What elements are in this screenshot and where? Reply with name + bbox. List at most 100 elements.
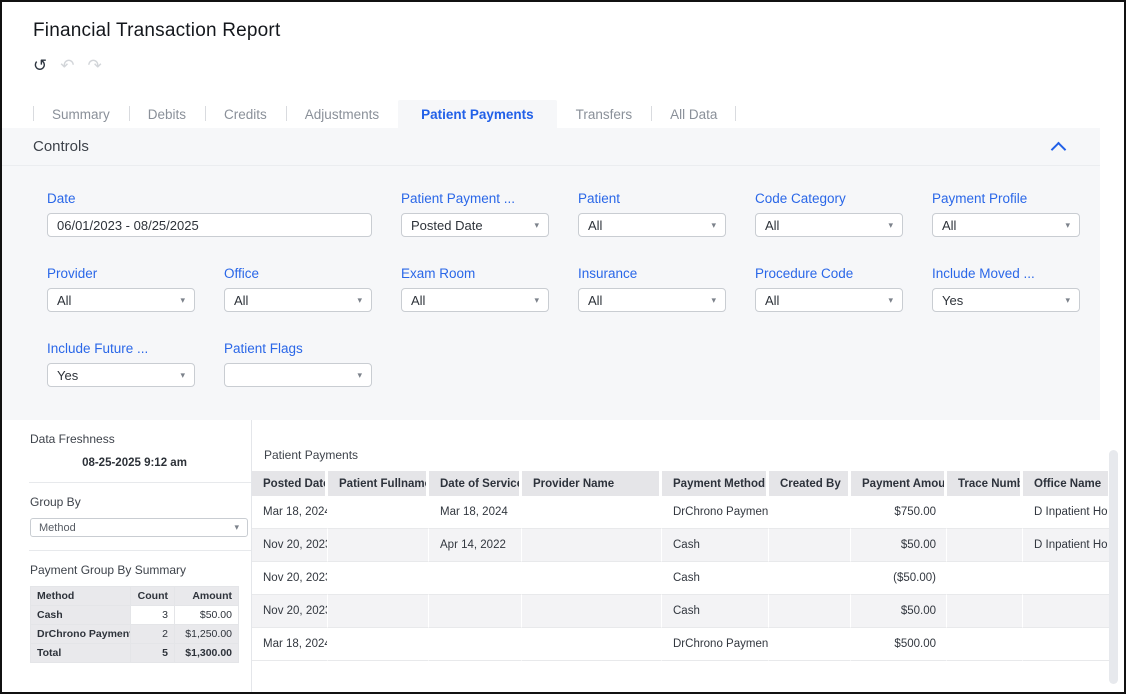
- redo-icon[interactable]: ↷: [88, 58, 102, 75]
- tab-all-data[interactable]: All Data: [651, 100, 736, 128]
- data-freshness-value: 08-25-2025 9:12 am: [30, 457, 239, 469]
- cell-date-of-service: [429, 628, 522, 661]
- table-row: Mar 18, 2024 DrChrono Payments $500.00: [252, 628, 1111, 661]
- dropdown-arrow-icon: ▾: [1065, 296, 1070, 305]
- summary-col-count: Count: [131, 587, 175, 606]
- cell-office-name: [1023, 594, 1111, 628]
- table-row: Nov 20, 2023 Cash $50.00: [252, 594, 1111, 628]
- cell-provider-name: [522, 628, 662, 661]
- cell-trace-number: [947, 528, 1023, 562]
- tab-label: Debits: [148, 107, 186, 122]
- include-future-select[interactable]: Yes ▾: [47, 363, 195, 387]
- filter-provider: Provider All ▾: [47, 266, 195, 312]
- col-posted-date: Posted Date: [252, 471, 328, 496]
- summary-amount: $1,300.00: [175, 644, 239, 663]
- cell-created-by: [769, 594, 851, 628]
- cell-posted-date: Nov 20, 2023: [252, 594, 328, 628]
- cell-trace-number: [947, 562, 1023, 594]
- summary-sidebar: Data Freshness 08-25-2025 9:12 am Group …: [2, 420, 252, 692]
- dropdown-arrow-icon: ▾: [234, 523, 239, 532]
- cell-posted-date: Mar 18, 2024: [252, 628, 328, 661]
- select-value: Method: [39, 522, 76, 534]
- cell-posted-date: Nov 20, 2023: [252, 528, 328, 562]
- tab-label: Adjustments: [305, 107, 379, 122]
- filter-label: Insurance: [578, 266, 726, 281]
- code-category-select[interactable]: All ▾: [755, 213, 903, 237]
- select-value: All: [942, 218, 956, 233]
- filter-label: Payment Profile: [932, 191, 1080, 206]
- col-trace-number: Trace Number: [947, 471, 1023, 496]
- toolbar: ↺ ↶ ↷: [33, 58, 102, 75]
- cell-provider-name: [522, 562, 662, 594]
- dropdown-arrow-icon: ▾: [357, 296, 362, 305]
- summary-header-row: Method Count Amount: [31, 587, 239, 606]
- group-by-select[interactable]: Method ▾: [30, 518, 248, 537]
- date-range-input[interactable]: [47, 213, 372, 237]
- page-header: Financial Transaction Report: [33, 20, 280, 42]
- filter-procedure-code: Procedure Code All ▾: [755, 266, 903, 312]
- filter-label: Date: [47, 191, 372, 206]
- summary-row-cash: Cash 3 $50.00: [31, 606, 239, 625]
- tab-adjustments[interactable]: Adjustments: [286, 100, 398, 128]
- table-row: Nov 20, 2023 Apr 14, 2022 Cash $50.00 D …: [252, 528, 1111, 562]
- col-created-by: Created By: [769, 471, 851, 496]
- cell-trace-number: [947, 628, 1023, 661]
- filter-label: Code Category: [755, 191, 903, 206]
- tab-bar: Summary Debits Credits Adjustments Patie…: [33, 100, 1124, 128]
- tab-transfers[interactable]: Transfers: [557, 100, 652, 128]
- dropdown-arrow-icon: ▾: [1065, 221, 1070, 230]
- insurance-select[interactable]: All ▾: [578, 288, 726, 312]
- patient-select[interactable]: All ▾: [578, 213, 726, 237]
- dropdown-arrow-icon: ▾: [888, 221, 893, 230]
- filter-label: Patient: [578, 191, 726, 206]
- procedure-code-select[interactable]: All ▾: [755, 288, 903, 312]
- cell-patient-fullname: [328, 628, 429, 661]
- patient-payment-criteria-select[interactable]: Posted Date ▾: [401, 213, 549, 237]
- include-moved-select[interactable]: Yes ▾: [932, 288, 1080, 312]
- select-value: All: [765, 293, 779, 308]
- group-by-label: Group By: [30, 495, 239, 509]
- filter-patient-flags: Patient Flags ▾: [224, 341, 372, 387]
- cell-created-by: [769, 496, 851, 528]
- select-value: Posted Date: [411, 218, 483, 233]
- cell-provider-name: [522, 594, 662, 628]
- summary-row-total: Total 5 $1,300.00: [31, 644, 239, 663]
- tab-summary[interactable]: Summary: [33, 100, 129, 128]
- reset-icon[interactable]: ↺: [33, 58, 47, 75]
- cell-trace-number: [947, 496, 1023, 528]
- patient-payments-table: Posted Date Patient Fullname Date of Ser…: [252, 471, 1111, 661]
- select-value: All: [588, 293, 602, 308]
- filter-include-moved: Include Moved ... Yes ▾: [932, 266, 1080, 312]
- summary-count: 2: [131, 625, 175, 644]
- dropdown-arrow-icon: ▾: [534, 296, 539, 305]
- vertical-scrollbar[interactable]: [1109, 450, 1118, 684]
- payment-profile-select[interactable]: All ▾: [932, 213, 1080, 237]
- cell-patient-fullname: [328, 562, 429, 594]
- undo-icon[interactable]: ↶: [60, 58, 74, 75]
- dropdown-arrow-icon: ▾: [357, 371, 362, 380]
- filter-label: Provider: [47, 266, 195, 281]
- summary-method: Cash: [31, 606, 131, 625]
- cell-created-by: [769, 562, 851, 594]
- dropdown-arrow-icon: ▾: [180, 371, 185, 380]
- tab-patient-payments[interactable]: Patient Payments: [398, 100, 557, 128]
- filter-label: Patient Payment ...: [401, 191, 549, 206]
- provider-select[interactable]: All ▾: [47, 288, 195, 312]
- summary-count: 3: [131, 606, 175, 625]
- chevron-up-icon[interactable]: [1051, 141, 1067, 157]
- filter-label: Procedure Code: [755, 266, 903, 281]
- office-select[interactable]: All ▾: [224, 288, 372, 312]
- group-by-section: Group By Method ▾: [29, 483, 251, 551]
- col-office-name: Office Name: [1023, 471, 1111, 496]
- cell-posted-date: Nov 20, 2023: [252, 562, 328, 594]
- select-value: All: [588, 218, 602, 233]
- cell-office-name: [1023, 562, 1111, 594]
- cell-provider-name: [522, 496, 662, 528]
- patient-flags-select[interactable]: ▾: [224, 363, 372, 387]
- tab-credits[interactable]: Credits: [205, 100, 286, 128]
- col-payment-method: Payment Method: [662, 471, 769, 496]
- tab-debits[interactable]: Debits: [129, 100, 205, 128]
- exam-room-select[interactable]: All ▾: [401, 288, 549, 312]
- cell-patient-fullname: [328, 528, 429, 562]
- select-value: All: [411, 293, 425, 308]
